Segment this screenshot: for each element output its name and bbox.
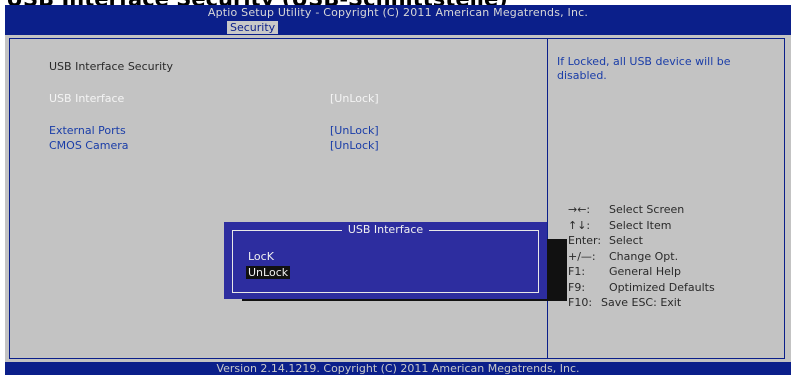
section-title: USB Interface Security: [49, 60, 173, 73]
key-description: Select Item: [609, 218, 672, 232]
setting-usb-interface-label[interactable]: USB Interface: [49, 92, 124, 106]
main-panel: USB Interface Security USB Interface [Un…: [5, 35, 791, 362]
key-label: +/—:: [568, 249, 596, 263]
panel-frame: USB Interface Security USB Interface [Un…: [9, 38, 785, 359]
key-description: Save ESC: Exit: [601, 296, 682, 309]
popup-title-text: USB Interface: [341, 223, 430, 236]
tab-security[interactable]: Security: [227, 21, 279, 34]
key-label: F1:: [568, 265, 586, 278]
panel-divider: [547, 39, 548, 358]
key-description: General Help: [609, 265, 681, 278]
setting-external-ports-label[interactable]: External Ports: [49, 124, 126, 138]
bios-window: Aptio Setup Utility - Copyright (C) 2011…: [5, 5, 791, 375]
version-footer: Version 2.14.1219. Copyright (C) 2011 Am…: [216, 362, 580, 375]
help-description: If Locked, all USB device will be disabl…: [557, 55, 731, 82]
popup-option-lock[interactable]: LocK: [246, 250, 276, 263]
popup-shadow-side: [545, 239, 567, 301]
popup-border: [232, 230, 539, 293]
key-label: ↑↓:: [568, 218, 591, 232]
usb-interface-popup: USB Interface LocK UnLock: [224, 222, 547, 299]
setting-cmos-camera-label[interactable]: CMOS Camera: [49, 139, 128, 153]
setting-external-ports-value[interactable]: [UnLock]: [330, 124, 379, 138]
key-description: Optimized Defaults: [609, 280, 715, 294]
popup-title: USB Interface: [224, 223, 547, 237]
key-description: Change Opt.: [609, 249, 679, 263]
utility-title: Aptio Setup Utility - Copyright (C) 2011…: [207, 6, 589, 19]
setting-cmos-camera-value[interactable]: [UnLock]: [330, 139, 379, 153]
key-label: →←:: [568, 203, 591, 216]
title-bar: Aptio Setup Utility - Copyright (C) 2011…: [5, 5, 791, 35]
key-label: F9:: [568, 280, 586, 294]
key-label: F10:: [568, 296, 593, 309]
setting-usb-interface-value[interactable]: [UnLock]: [330, 92, 379, 106]
key-description: Select Screen: [609, 203, 685, 216]
key-label: Enter:: [568, 234, 602, 247]
key-description: Select: [609, 234, 643, 247]
popup-option-unlock[interactable]: UnLock: [246, 266, 291, 279]
